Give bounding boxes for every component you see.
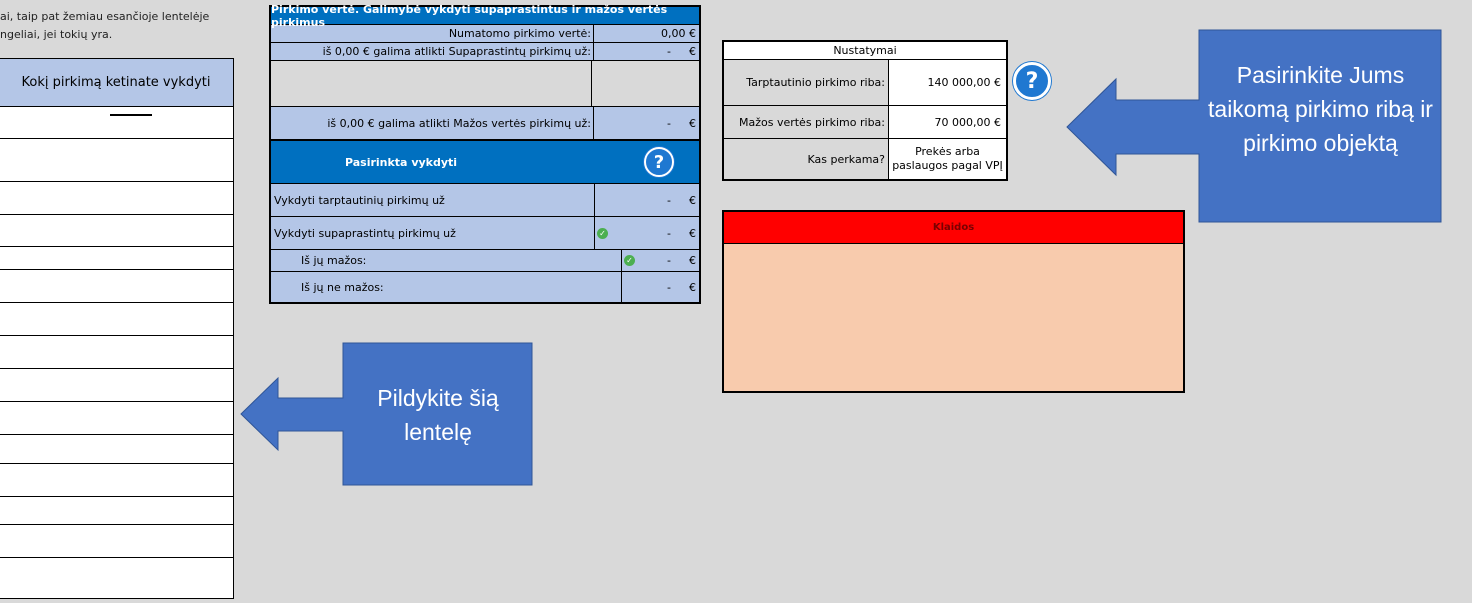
not-small-label: Iš jų ne mažos: xyxy=(271,272,622,302)
small-row: Iš jų mažos: ✓ - € xyxy=(271,250,699,272)
table-row[interactable] xyxy=(0,497,233,525)
not-small-row: Iš jų ne mažos: - € xyxy=(271,272,699,302)
low-threshold-value[interactable]: 70 000,00 € xyxy=(889,106,1006,138)
left-callout-text: Pildykite šią lentelę xyxy=(377,385,499,445)
selected-header: Pasirinkta vykdyti ? xyxy=(271,139,699,184)
table-row[interactable] xyxy=(0,182,233,215)
currency: € xyxy=(689,193,696,207)
intro-line-1: ai, taip pat žemiau esančioje lentelėje xyxy=(0,10,210,23)
settings-help-icon[interactable]: ? xyxy=(1013,62,1051,100)
purchase-object-row: Kas perkama? Prekės arba paslaugos pagal… xyxy=(724,139,1006,179)
purchase-value-title: Pirkimo vertė. Galimybė vykdyti supapras… xyxy=(271,3,699,29)
intro-text: ai, taip pat žemiau esančioje lentelėje … xyxy=(0,8,209,44)
international-value: - xyxy=(667,193,671,207)
currency: € xyxy=(689,45,696,58)
low-threshold-label: Mažos vertės pirkimo riba: xyxy=(724,106,889,138)
low-value: - xyxy=(667,116,671,130)
cell-dash xyxy=(110,114,152,116)
international-threshold-row: Tarptautinio pirkimo riba: 140 000,00 € xyxy=(724,60,1006,106)
table-row[interactable] xyxy=(0,215,233,247)
estimated-value-row: Numatomo pirkimo vertė: 0,00 € xyxy=(271,25,699,43)
small-value: - xyxy=(667,254,671,267)
table-row[interactable] xyxy=(0,525,233,558)
estimated-value-label: Numatomo pirkimo vertė: xyxy=(271,25,594,42)
low-threshold-row: Mažos vertės pirkimo riba: 70 000,00 € xyxy=(724,106,1006,139)
currency: € xyxy=(689,254,696,267)
small-label: Iš jų mažos: xyxy=(271,250,622,271)
low-value-label: iš 0,00 € galima atlikti Mažos vertės pi… xyxy=(271,107,594,139)
table-row[interactable] xyxy=(0,369,233,402)
international-label: Vykdyti tarptautinių pirkimų už xyxy=(271,184,595,216)
settings-table: Nustatymai Tarptautinio pirkimo riba: 14… xyxy=(722,40,1008,181)
simplified-label: iš 0,00 € galima atlikti Supaprastintų p… xyxy=(271,43,594,60)
purchase-object-label: Kas perkama? xyxy=(724,139,889,179)
international-threshold-value[interactable]: 140 000,00 € xyxy=(889,60,1006,105)
right-callout-text: Pasirinkite Jums taikomą pirkimo ribą ir… xyxy=(1208,62,1433,156)
intro-line-2: ngeliai, jei tokių yra. xyxy=(0,28,113,41)
currency: € xyxy=(689,280,696,294)
table-row[interactable] xyxy=(0,107,233,139)
empty-row xyxy=(271,61,699,107)
table-row[interactable] xyxy=(0,402,233,435)
not-small-value: - xyxy=(667,280,671,294)
table-row[interactable] xyxy=(0,139,233,182)
settings-title: Nustatymai xyxy=(724,42,1006,60)
help-icon[interactable]: ? xyxy=(644,147,674,177)
estimated-value[interactable]: 0,00 € xyxy=(594,25,699,42)
simplified-selected-label: Vykdyti supaprastintų pirkimų už xyxy=(271,217,595,249)
table-row[interactable] xyxy=(0,435,233,464)
currency: € xyxy=(689,226,696,240)
purchase-type-table: Kokį pirkimą ketinate vykdyti xyxy=(0,58,234,599)
simplified-selected-row: Vykdyti supaprastintų pirkimų už ✓ - € xyxy=(271,217,699,250)
simplified-value: - xyxy=(667,45,671,58)
purchase-value-table: Pirkimo vertė. Galimybė vykdyti supapras… xyxy=(269,3,701,304)
table-row[interactable] xyxy=(0,303,233,336)
table-row[interactable] xyxy=(0,464,233,497)
check-icon: ✓ xyxy=(597,227,608,239)
table-row[interactable] xyxy=(0,247,233,270)
simplified-selected-value: - xyxy=(667,226,671,240)
low-value-row: iš 0,00 € galima atlikti Mažos vertės pi… xyxy=(271,107,699,139)
simplified-row: iš 0,00 € galima atlikti Supaprastintų p… xyxy=(271,43,699,61)
table-row[interactable] xyxy=(0,558,233,598)
check-icon: ✓ xyxy=(624,255,635,266)
currency: € xyxy=(689,116,696,130)
international-row: Vykdyti tarptautinių pirkimų už - € xyxy=(271,184,699,217)
purchase-type-header: Kokį pirkimą ketinate vykdyti xyxy=(0,59,233,107)
table-row[interactable] xyxy=(0,336,233,369)
table-row[interactable] xyxy=(0,270,233,303)
errors-panel: Klaidos xyxy=(722,210,1185,393)
purchase-object-value[interactable]: Prekės arba paslaugos pagal VPĮ xyxy=(889,139,1006,179)
international-threshold-label: Tarptautinio pirkimo riba: xyxy=(724,60,889,105)
selected-title: Pasirinkta vykdyti xyxy=(344,155,458,169)
